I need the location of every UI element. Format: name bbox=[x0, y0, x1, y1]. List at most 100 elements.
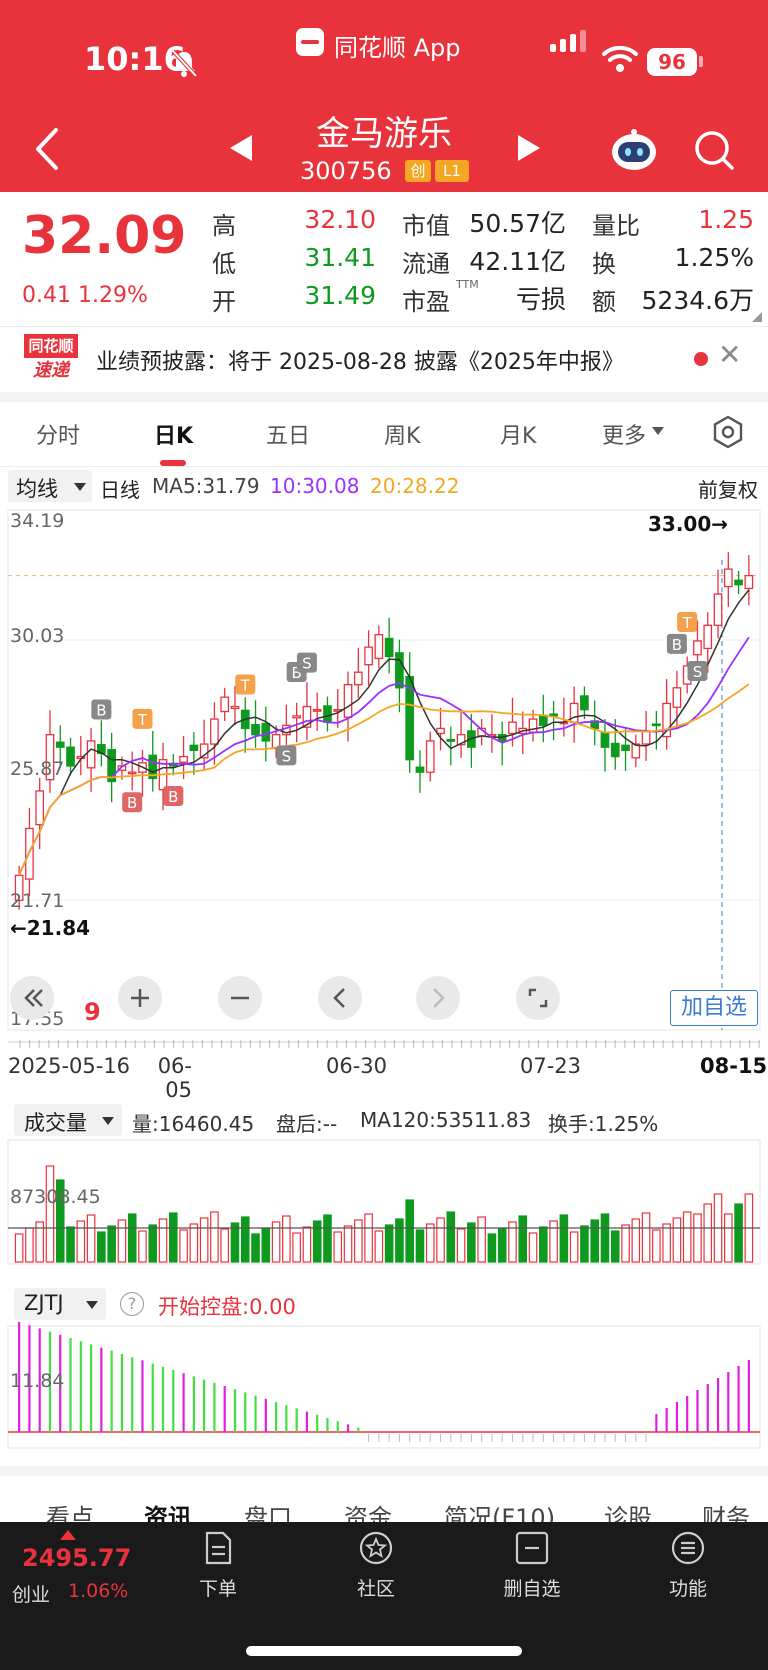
y-tick-1: 34.19 bbox=[10, 510, 65, 532]
volume-bar bbox=[45, 1165, 55, 1263]
volume-bar bbox=[333, 1231, 343, 1263]
help-icon[interactable]: ? bbox=[120, 1292, 144, 1316]
max-price-label: 33.00→ bbox=[648, 512, 729, 536]
ma20-line bbox=[18, 683, 750, 876]
candle-body bbox=[415, 766, 425, 773]
volume-bar bbox=[179, 1229, 188, 1263]
candle-body bbox=[127, 771, 137, 775]
turnover-rate-value: 换手:1.25% bbox=[548, 1112, 659, 1136]
y-tick-4: 21.71 bbox=[10, 890, 65, 912]
candle-body bbox=[436, 727, 445, 735]
volume-bar bbox=[117, 1219, 127, 1263]
candle-body bbox=[353, 671, 363, 686]
signal-marker-label: B bbox=[672, 636, 682, 654]
ma120-value: MA120:53511.83 bbox=[360, 1108, 532, 1132]
zoom-in-button[interactable] bbox=[118, 976, 162, 1020]
nav-community-label[interactable]: 社区 bbox=[326, 1574, 426, 1601]
volume-bar bbox=[477, 1216, 486, 1263]
candle-body bbox=[508, 721, 517, 735]
x-tick-1: 2025-05-16 bbox=[8, 1054, 131, 1078]
nav-remove-watchlist-label[interactable]: 删自选 bbox=[482, 1574, 582, 1601]
volume-bar bbox=[148, 1224, 158, 1263]
volume-bar bbox=[703, 1203, 713, 1263]
volume-bar bbox=[682, 1211, 692, 1263]
candle-body bbox=[446, 739, 456, 742]
volume-bar bbox=[436, 1217, 445, 1263]
index-name: 创业 bbox=[12, 1584, 51, 1606]
volume-bar bbox=[425, 1223, 435, 1263]
volume-bar bbox=[610, 1230, 620, 1263]
candle-body bbox=[261, 722, 271, 742]
fullscreen-button[interactable] bbox=[516, 976, 560, 1020]
candle-body bbox=[374, 634, 384, 660]
candle-body bbox=[66, 746, 75, 767]
zoom-out-button[interactable] bbox=[218, 976, 262, 1020]
candle-body bbox=[364, 646, 373, 666]
candle-body bbox=[734, 579, 743, 586]
candle-body bbox=[693, 640, 702, 656]
scroll-left-button[interactable] bbox=[318, 976, 362, 1020]
volume-bar bbox=[189, 1223, 199, 1263]
volume-bar bbox=[662, 1223, 671, 1263]
volume-bar bbox=[497, 1227, 507, 1263]
candle-body bbox=[652, 723, 661, 727]
zjtj-axis-label: 11.84 bbox=[10, 1370, 65, 1392]
candle-body bbox=[220, 696, 230, 713]
volume-axis-label: 87308.45 bbox=[10, 1186, 101, 1208]
volume-bar bbox=[343, 1225, 353, 1263]
volume-bar bbox=[518, 1215, 528, 1263]
remove-watchlist-icon[interactable] bbox=[514, 1530, 550, 1566]
volume-bar bbox=[107, 1225, 116, 1263]
volume-bar bbox=[127, 1213, 137, 1263]
nine-turn-toggle[interactable]: 9 bbox=[84, 998, 101, 1026]
kline-chart[interactable]: BBTBTSBSBTS bbox=[0, 0, 768, 1470]
candle-body bbox=[189, 744, 199, 751]
volume-bar bbox=[302, 1226, 312, 1263]
volume-bar bbox=[734, 1203, 743, 1263]
volume-bar bbox=[621, 1224, 630, 1263]
volume-bar bbox=[549, 1220, 558, 1263]
volume-bar bbox=[158, 1218, 168, 1263]
nav-order-label[interactable]: 下单 bbox=[168, 1574, 268, 1601]
volume-bar bbox=[220, 1228, 229, 1263]
volume-bar bbox=[415, 1229, 425, 1263]
home-indicator bbox=[246, 1646, 522, 1656]
signal-marker-label: S bbox=[302, 655, 312, 673]
order-icon[interactable] bbox=[200, 1530, 236, 1566]
volume-bar bbox=[292, 1232, 301, 1263]
section-gap bbox=[0, 1466, 768, 1476]
add-watchlist-button[interactable]: 加自选 bbox=[670, 990, 758, 1026]
volume-bar bbox=[374, 1230, 384, 1263]
min-price-label: ←21.84 bbox=[10, 916, 91, 940]
volume-bar bbox=[405, 1199, 414, 1263]
volume-indicator-dropdown[interactable]: 成交量 bbox=[14, 1104, 122, 1136]
volume-bar bbox=[487, 1233, 497, 1263]
volume-bar bbox=[693, 1213, 702, 1263]
stock-detail-screen: { "status_bar": { "time": "10:16", "batt… bbox=[0, 0, 768, 1670]
volume-bar bbox=[672, 1217, 682, 1263]
volume-bar bbox=[364, 1213, 373, 1263]
after-hours-value: 盘后:-- bbox=[276, 1112, 338, 1136]
collapse-left-button[interactable] bbox=[10, 976, 54, 1020]
candle-body bbox=[723, 568, 733, 588]
index-value[interactable]: 2495.77 bbox=[22, 1544, 131, 1572]
volume-bar bbox=[569, 1231, 579, 1263]
candle-body bbox=[703, 624, 713, 650]
menu-icon[interactable] bbox=[670, 1530, 706, 1566]
scroll-right-button[interactable] bbox=[416, 976, 460, 1020]
volume-bar bbox=[384, 1224, 394, 1263]
candle-body bbox=[425, 740, 435, 773]
zjtj-frame bbox=[7, 1325, 761, 1449]
volume-bar bbox=[312, 1220, 322, 1263]
candle-body bbox=[55, 741, 65, 748]
x-tick-2: 06-05 bbox=[157, 1054, 192, 1102]
x-tick-4: 07-23 bbox=[520, 1054, 582, 1078]
nav-function-label[interactable]: 功能 bbox=[638, 1574, 738, 1601]
zjtj-indicator-dropdown[interactable]: ZJTJ bbox=[14, 1288, 106, 1320]
signal-marker-label: B bbox=[127, 794, 137, 812]
volume-bar bbox=[446, 1211, 456, 1263]
volume-bar bbox=[240, 1216, 250, 1263]
community-icon[interactable] bbox=[358, 1530, 394, 1566]
volume-bar bbox=[395, 1218, 404, 1263]
zjtj-value: 开始控盘:0.00 bbox=[158, 1295, 296, 1319]
